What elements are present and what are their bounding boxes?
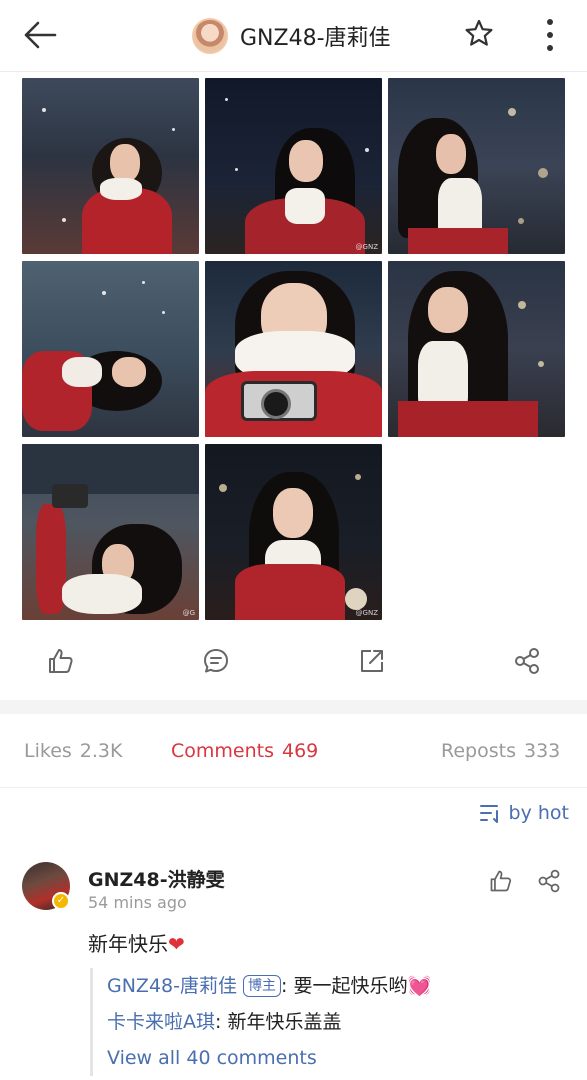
comment-button[interactable] [201, 646, 231, 676]
photo-8[interactable]: @GNZ [205, 444, 382, 620]
reply-username[interactable]: 卡卡来啦A琪 [107, 1011, 215, 1033]
favorite-button[interactable] [464, 18, 496, 50]
repost-icon [361, 650, 383, 672]
photo-5[interactable] [205, 261, 382, 437]
sort-icon [479, 805, 498, 823]
view-all-label: View all 40 comments [107, 1047, 317, 1069]
tab-likes[interactable]: Likes 2.3K [24, 740, 122, 762]
photo-1[interactable] [22, 78, 199, 254]
tab-comments-label: Comments [171, 740, 274, 762]
reply-item[interactable]: GNZ48-唐莉佳 博主: 要一起快乐哟💓 [107, 968, 570, 1004]
reply-username[interactable]: GNZ48-唐莉佳 [107, 975, 237, 997]
more-vertical-icon [547, 19, 553, 51]
section-divider [0, 700, 587, 714]
post-action-bar [0, 632, 587, 690]
more-button[interactable] [540, 18, 560, 52]
comment-icon [204, 649, 228, 673]
tab-likes-count: 2.3K [79, 740, 123, 762]
verified-badge-icon: ✓ [52, 892, 70, 910]
thumbs-up-icon [490, 870, 512, 892]
photo-6[interactable] [388, 261, 565, 437]
avatar[interactable] [192, 18, 228, 54]
comment-like-button[interactable] [488, 868, 514, 894]
comment-body: 新年快乐 [88, 932, 168, 956]
comment-share-button[interactable] [536, 868, 562, 894]
top-bar: GNZ48-唐莉佳 [0, 0, 587, 72]
page-title-wrap[interactable]: GNZ48-唐莉佳 [192, 16, 391, 56]
share-icon [515, 648, 539, 674]
comment-text: 新年快乐❤ [88, 928, 185, 957]
view-all-replies-link[interactable]: View all 40 comments [107, 1040, 570, 1076]
reply-text: : 要一起快乐哟 [281, 975, 408, 997]
share-button[interactable] [512, 646, 542, 676]
reply-list: GNZ48-唐莉佳 博主: 要一起快乐哟💓 卡卡来啦A琪: 新年快乐盖盖 View… [90, 968, 570, 1076]
reply-item[interactable]: 卡卡来啦A琪: 新年快乐盖盖 [107, 1004, 570, 1040]
like-button[interactable] [46, 646, 76, 676]
photo-7[interactable]: @G [22, 444, 199, 620]
tab-comments-count: 469 [282, 740, 319, 762]
page-title: GNZ48-唐莉佳 [240, 26, 391, 51]
photo-watermark: @GNZ [355, 609, 378, 617]
heart-emoji-icon: ❤ [168, 932, 185, 956]
arrow-left-icon [24, 21, 57, 49]
back-button[interactable] [22, 18, 62, 54]
comment-username[interactable]: GNZ48-洪静雯 [88, 865, 225, 892]
sort-button[interactable]: by hot [479, 802, 569, 824]
reply-text: : 新年快乐盖盖 [215, 1011, 342, 1033]
repost-button[interactable] [357, 646, 387, 676]
photo-3[interactable] [388, 78, 565, 254]
sort-label: by hot [508, 802, 569, 824]
photo-watermark: @GNZ [355, 243, 378, 251]
photo-4[interactable] [22, 261, 199, 437]
heart-emoji-icon: 💓 [407, 975, 432, 997]
tab-reposts-label: Reposts [441, 740, 516, 762]
tab-comments[interactable]: Comments 469 [171, 740, 318, 762]
share-icon [538, 869, 560, 893]
comment-timestamp: 54 mins ago [88, 893, 187, 912]
photo-watermark: @G [182, 609, 195, 617]
photo-2[interactable]: @GNZ [205, 78, 382, 254]
tab-likes-label: Likes [24, 740, 72, 762]
interaction-tabs: Likes 2.3K Comments 469 Reposts 333 [0, 714, 587, 788]
thumbs-up-icon [49, 649, 73, 673]
tab-reposts[interactable]: Reposts 333 [441, 740, 560, 762]
star-icon [465, 19, 493, 46]
tab-reposts-count: 333 [523, 740, 561, 762]
author-badge: 博主 [243, 975, 281, 997]
